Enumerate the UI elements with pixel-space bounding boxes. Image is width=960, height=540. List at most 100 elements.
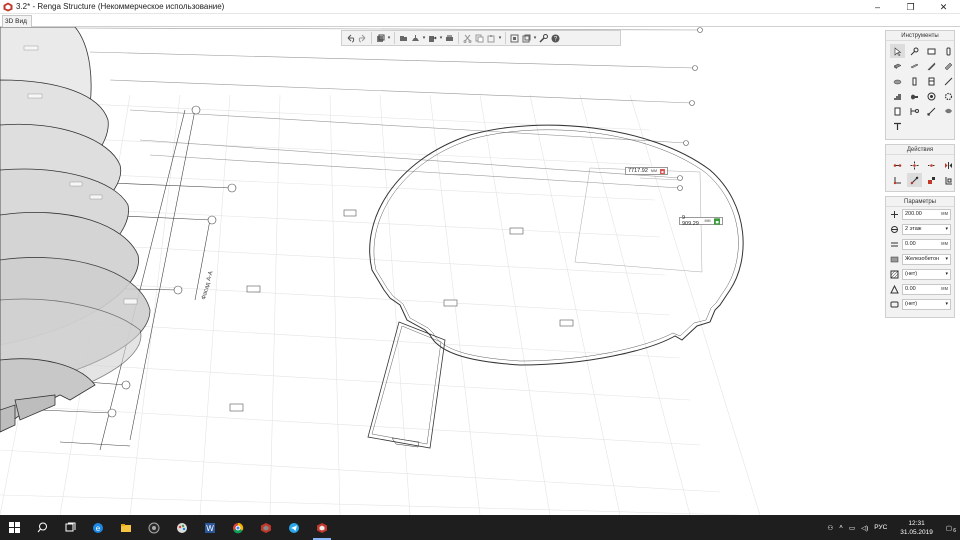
tool-select[interactable] [890, 44, 905, 58]
settings-button[interactable] [538, 33, 549, 44]
level-plane-icon [927, 48, 936, 54]
keyboard-language[interactable]: РУС [871, 524, 890, 531]
tool-opening[interactable] [907, 89, 922, 103]
action-edit-point[interactable] [924, 173, 939, 187]
dim-input-width[interactable]: 9 909.29 мм [679, 215, 723, 227]
slab-openings [229, 209, 574, 412]
chrome-button[interactable] [224, 515, 252, 540]
cut-button[interactable] [462, 33, 473, 44]
paste-special-button[interactable] [509, 33, 520, 44]
tool-axis[interactable] [907, 44, 922, 58]
edge-icon: e [93, 522, 103, 533]
tab-3d-view[interactable]: 3D Вид [2, 15, 32, 27]
tool-stairs[interactable] [890, 89, 905, 103]
param-angle-unit: мм [941, 286, 948, 292]
foundation-icon [893, 79, 902, 84]
param-offset: 0.00 мм [886, 237, 954, 252]
people-icon[interactable]: ⚇ [824, 524, 836, 532]
cut-icon [463, 34, 472, 43]
action-extend[interactable] [924, 158, 939, 172]
paint-button[interactable] [168, 515, 196, 540]
word-button[interactable]: W [196, 515, 224, 540]
tool-foundation[interactable] [890, 74, 905, 88]
scene-canvas[interactable]: Фасад А-А [0, 27, 960, 515]
volume-icon[interactable]: ◁) [858, 524, 871, 532]
3d-viewport[interactable]: Фасад А-А 7717.92 мм 9 909.29 мм ▾ ▾ ▾ ▾… [0, 27, 960, 515]
search-button[interactable] [28, 515, 56, 540]
action-align[interactable] [941, 173, 956, 187]
param-offset-field[interactable]: 0.00 мм [902, 239, 951, 250]
start-button[interactable] [0, 515, 28, 540]
tools-panel-title: Инструменты [886, 31, 954, 41]
dim-input-length[interactable]: 7717.92 мм [625, 167, 668, 175]
properties-dropdown[interactable]: ▾ [533, 35, 537, 41]
notification-icon[interactable]: ▢ 6 [943, 524, 960, 534]
tool-element[interactable] [924, 89, 939, 103]
export-icon [429, 35, 437, 42]
file-explorer-button[interactable] [112, 515, 140, 540]
param-height-field[interactable]: 200.00 мм [902, 209, 951, 220]
tool-slab[interactable] [890, 59, 905, 73]
tool-column[interactable] [907, 74, 922, 88]
tool-dimension[interactable] [924, 104, 939, 118]
redo-button[interactable] [357, 33, 368, 44]
view-cube-dropdown[interactable]: ▾ [387, 35, 391, 41]
param-hatch-select[interactable]: (нет) ▾ [902, 269, 951, 280]
copy-button[interactable] [474, 33, 485, 44]
action-draw-diagonal[interactable] [907, 173, 922, 187]
dim-input-length-value: 7717.92 [628, 168, 648, 174]
export-dropdown[interactable]: ▾ [439, 35, 443, 41]
view-cube-button[interactable] [375, 33, 386, 44]
gear-icon [944, 92, 953, 100]
network-icon[interactable]: ▭ [846, 524, 858, 532]
maximize-button[interactable]: ❐ [894, 0, 927, 14]
param-level-select[interactable]: 2 этаж ▾ [902, 224, 951, 235]
tool-plate[interactable] [941, 59, 956, 73]
action-split[interactable] [890, 158, 905, 172]
properties-button[interactable] [521, 33, 532, 44]
redo-icon [358, 34, 366, 42]
tool-rebar[interactable] [924, 59, 939, 73]
lock-green-icon[interactable] [713, 217, 720, 225]
action-corner[interactable] [890, 173, 905, 187]
telegram-button[interactable] [280, 515, 308, 540]
param-style-select[interactable]: (нет) ▾ [902, 299, 951, 310]
close-button[interactable]: ✕ [927, 0, 960, 14]
paste-button[interactable] [486, 33, 497, 44]
help-button[interactable]: ? [550, 33, 561, 44]
action-move[interactable] [907, 158, 922, 172]
marker-icon [910, 107, 919, 115]
tool-strip-foundation[interactable] [924, 74, 939, 88]
app-button[interactable] [140, 515, 168, 540]
tool-settings[interactable] [941, 89, 956, 103]
param-height-unit: мм [941, 211, 948, 217]
task-view-button[interactable] [56, 515, 84, 540]
action-mirror[interactable] [941, 158, 956, 172]
tool-room[interactable] [890, 104, 905, 118]
lock-red-icon[interactable] [660, 168, 665, 175]
section-button[interactable] [398, 33, 409, 44]
actions-panel: Действия [885, 144, 955, 192]
param-angle-field[interactable]: 0.00 мм [902, 284, 951, 295]
level-dropdown[interactable]: ▾ [422, 35, 426, 41]
export-button[interactable] [427, 33, 438, 44]
undo-button[interactable] [345, 33, 356, 44]
tool-beam[interactable] [907, 59, 922, 73]
clock[interactable]: 12:31 31.05.2019 [890, 519, 943, 537]
tool-wall[interactable] [941, 44, 956, 58]
minimize-button[interactable]: – [861, 0, 894, 14]
param-material-select[interactable]: Железобетон ▾ [902, 254, 951, 265]
opening-icon [911, 94, 918, 99]
renga-active-button[interactable] [308, 515, 336, 540]
chevron-up-icon[interactable]: ˄ [836, 524, 846, 531]
tool-hatch[interactable] [941, 104, 956, 118]
print-button[interactable] [444, 33, 455, 44]
tool-level[interactable] [924, 44, 939, 58]
paste-dropdown[interactable]: ▾ [498, 35, 502, 41]
tool-text[interactable] [890, 119, 905, 133]
edge-button[interactable]: e [84, 515, 112, 540]
renga-button[interactable] [252, 515, 280, 540]
level-button[interactable] [410, 33, 421, 44]
tool-marker[interactable] [907, 104, 922, 118]
tool-line[interactable] [941, 74, 956, 88]
